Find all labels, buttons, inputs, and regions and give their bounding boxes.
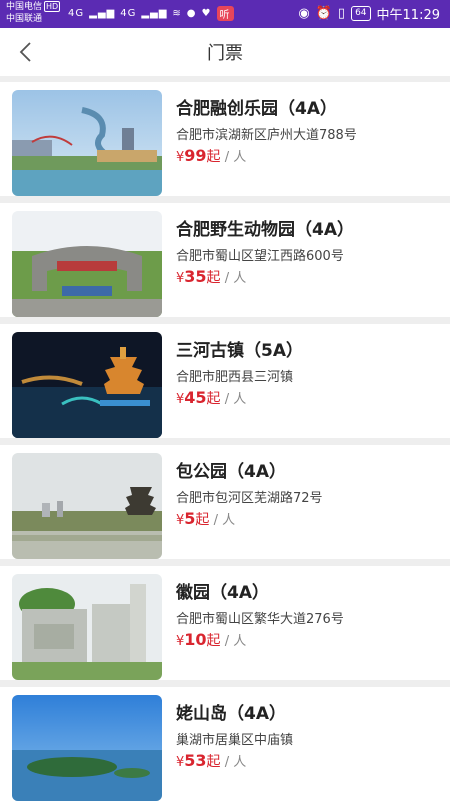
ticket-card-1[interactable]: 合肥野生动物园（4A） 合肥市蜀山区望江西路600号 ¥35起 / 人 xyxy=(0,203,450,317)
carrier-2: 中国联通 xyxy=(6,14,43,24)
carrier-info: 中国电信 HD 中国联通 xyxy=(6,1,61,25)
price-unit: / 人 xyxy=(224,271,247,286)
ticket-image xyxy=(12,90,162,196)
ticket-image xyxy=(12,574,162,680)
network-type: 4G xyxy=(68,8,85,19)
ticket-address: 合肥市包河区芜湖路72号 xyxy=(176,491,323,506)
ticket-name: 姥山岛（4A） xyxy=(176,704,286,724)
ticket-address: 巢湖市居巢区中庙镇 xyxy=(176,733,294,748)
price-unit: / 人 xyxy=(224,150,247,165)
ticket-price: ¥53起 / 人 xyxy=(176,751,246,771)
app-icon: ♥ xyxy=(201,8,212,19)
clock: 中午11:29 xyxy=(376,8,440,23)
app-header: 门票 xyxy=(0,28,450,76)
ticket-card-0[interactable]: 合肥融创乐园（4A） 合肥市滨湖新区庐州大道788号 ¥99起 / 人 xyxy=(0,82,450,196)
ticket-card-2[interactable]: 三河古镇（5A） 合肥市肥西县三河镇 ¥45起 / 人 xyxy=(0,324,450,438)
ticket-name: 合肥融创乐园（4A） xyxy=(176,99,337,119)
price-suffix: 起 xyxy=(195,512,210,528)
notification-badge: 听 xyxy=(216,6,234,21)
ticket-name: 包公园（4A） xyxy=(176,462,286,482)
ticket-image xyxy=(12,211,162,317)
ticket-price: ¥35起 / 人 xyxy=(176,267,246,287)
ticket-address: 合肥市肥西县三河镇 xyxy=(176,370,294,385)
ticket-price: ¥45起 / 人 xyxy=(176,388,246,408)
price-value: 10 xyxy=(184,630,207,649)
ticket-name: 徽园（4A） xyxy=(176,583,269,603)
battery-icon: 64 xyxy=(351,6,371,21)
price-suffix: 起 xyxy=(206,391,221,407)
status-bar: 中国电信 HD 中国联通 4G ▂▄▆ 4G ▂▄▆ ≋ ● ♥ 听 ◉ ⏰ ▯ … xyxy=(0,0,450,28)
ticket-name: 合肥野生动物园（4A） xyxy=(176,220,354,240)
price-suffix: 起 xyxy=(206,270,221,286)
price-unit: / 人 xyxy=(224,755,247,770)
alarm-icon: ⏰ xyxy=(315,6,332,21)
signal-icon-2: ▂▄▆ xyxy=(141,8,168,19)
price-suffix: 起 xyxy=(206,633,221,649)
price-value: 5 xyxy=(184,509,196,528)
ticket-address: 合肥市蜀山区望江西路600号 xyxy=(176,249,344,264)
price-value: 45 xyxy=(184,388,207,407)
price-suffix: 起 xyxy=(206,149,221,165)
ticket-price: ¥10起 / 人 xyxy=(176,630,246,650)
ticket-image xyxy=(12,453,162,559)
price-suffix: 起 xyxy=(206,754,221,770)
page-title: 门票 xyxy=(207,43,243,64)
price-unit: / 人 xyxy=(224,634,247,649)
hd-badge: HD xyxy=(44,1,61,12)
price-value: 35 xyxy=(184,267,207,286)
ticket-card-4[interactable]: 徽园（4A） 合肥市蜀山区繁华大道276号 ¥10起 / 人 xyxy=(0,566,450,680)
ticket-address: 合肥市蜀山区繁华大道276号 xyxy=(176,612,344,627)
ticket-image xyxy=(12,695,162,801)
network-type-2: 4G xyxy=(120,8,137,19)
status-right: ◉ ⏰ ▯ 64 中午11:29 xyxy=(298,4,440,23)
eye-icon: ◉ xyxy=(298,6,310,21)
ticket-list: 合肥融创乐园（4A） 合肥市滨湖新区庐州大道788号 ¥99起 / 人 合肥野生… xyxy=(0,76,450,801)
signal-icon: ▂▄▆ xyxy=(89,8,116,19)
wifi-icon: ≋ xyxy=(172,8,182,19)
ticket-card-3[interactable]: 包公园（4A） 合肥市包河区芜湖路72号 ¥5起 / 人 xyxy=(0,445,450,559)
ticket-card-5[interactable]: 姥山岛（4A） 巢湖市居巢区中庙镇 ¥53起 / 人 xyxy=(0,687,450,801)
ticket-image xyxy=(12,332,162,438)
ticket-price: ¥5起 / 人 xyxy=(176,509,235,529)
price-value: 53 xyxy=(184,751,207,770)
ticket-address: 合肥市滨湖新区庐州大道788号 xyxy=(176,128,357,143)
ticket-name: 三河古镇（5A） xyxy=(176,341,303,361)
carrier-1: 中国电信 xyxy=(6,2,43,12)
network-icons: 4G ▂▄▆ 4G ▂▄▆ ≋ ● ♥ 听 xyxy=(68,6,234,21)
ticket-price: ¥99起 / 人 xyxy=(176,146,246,166)
price-unit: / 人 xyxy=(213,513,236,528)
wechat-icon: ● xyxy=(186,8,197,19)
price-value: 99 xyxy=(184,146,207,165)
vibrate-icon: ▯ xyxy=(337,6,346,21)
price-unit: / 人 xyxy=(224,392,247,407)
